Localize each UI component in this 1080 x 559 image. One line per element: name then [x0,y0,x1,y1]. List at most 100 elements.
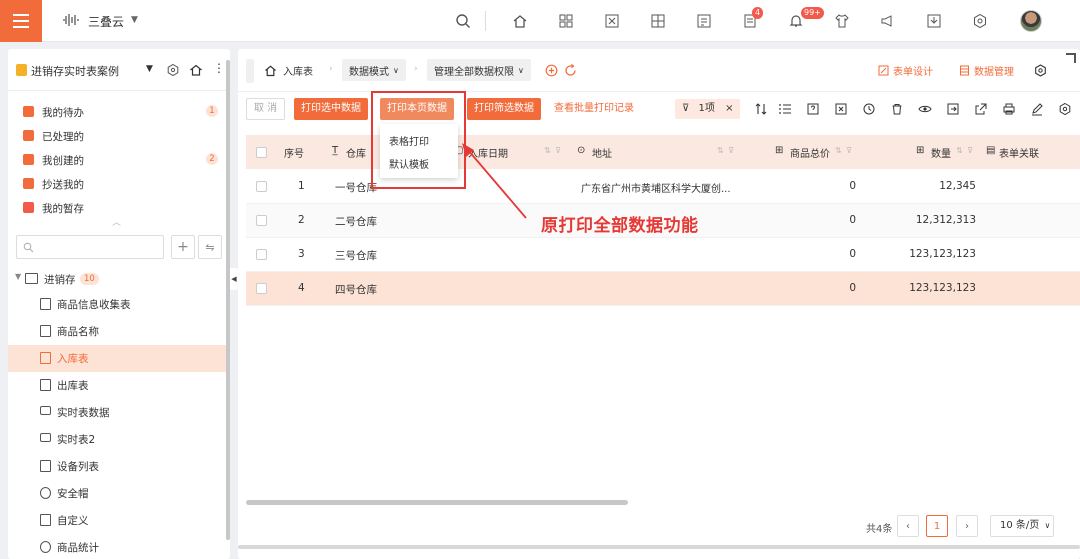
breadcrumb-current-label: 入库表 [283,66,313,78]
apps-grid-icon[interactable] [557,12,575,30]
tree-item[interactable]: 自定义 [8,507,230,534]
delete-trash-icon[interactable] [890,102,904,116]
app-file-icon [16,64,27,76]
cell-index: 4 [298,282,305,294]
table-horizontal-scrollbar[interactable] [246,500,628,505]
page-number-button[interactable]: 1 [926,515,948,537]
tree-item[interactable]: 实时表数据 [8,399,230,426]
prev-page-button[interactable]: ‹ [897,515,919,537]
column-header-address[interactable]: 地址 [592,145,612,160]
download-icon[interactable] [925,12,943,30]
table-row[interactable]: 3 三号仓库 0 123,123,123 [246,238,1080,272]
filter-chip[interactable]: ⊽ 1项 × [675,99,741,119]
view-eye-icon[interactable] [918,102,932,116]
settings-gear-icon[interactable] [971,12,989,30]
chevron-down-icon[interactable]: ▼ [146,64,153,74]
refresh-icon[interactable] [564,64,577,77]
hexagon-settings-icon[interactable] [166,63,180,77]
list-icon[interactable] [778,102,792,116]
print-filtered-button[interactable]: 打印筛选数据 [467,98,541,120]
tree-item[interactable]: 实时表2 [8,426,230,453]
breadcrumb-current[interactable]: 入库表 [264,59,313,81]
column-header-date[interactable]: 入库日期 [468,145,508,160]
dashboard-icon[interactable] [649,12,667,30]
next-page-button[interactable]: › [956,515,978,537]
help-icon[interactable] [806,102,820,116]
bottom-scrollbar[interactable] [238,545,1080,549]
export-icon[interactable] [974,102,988,116]
user-avatar[interactable] [1020,10,1042,32]
hamburger-menu-button[interactable] [0,0,42,42]
tree-item[interactable]: 商品统计 [8,534,230,559]
collapse-chevron-up-icon[interactable]: ︿ [112,215,121,228]
app-name[interactable]: 三叠云 [88,13,124,30]
sidebar-collapse-toggle[interactable]: ◀ [230,268,238,290]
cell-quantity: 123,123,123 [909,248,976,260]
data-management-button[interactable]: 数据管理 [959,63,1014,78]
column-header-warehouse[interactable]: 仓库 [346,145,366,160]
tree-item[interactable]: 出库表 [8,372,230,399]
sidebar-title[interactable]: 进销存实时表案例 [31,63,119,79]
add-button[interactable]: + [171,235,195,259]
breadcrumb-back-button[interactable] [246,59,254,83]
form-design-button[interactable]: 表单设计 [878,63,933,78]
column-settings-gear-icon[interactable] [1058,102,1072,116]
form-icon [40,514,51,526]
page-size-select[interactable]: 10 条/页 ∨ [990,515,1054,537]
data-mode-dropdown[interactable]: 数据模式 ∨ [342,59,406,81]
row-checkbox[interactable] [256,283,267,294]
workflow-icon[interactable] [603,12,621,30]
more-options-icon[interactable]: ⋮ [213,61,225,75]
quick-item-cc[interactable]: 抄送我的 [8,172,230,196]
sort-filter-icon[interactable]: ⇅ ⊽ [956,146,974,155]
theme-shirt-icon[interactable] [833,12,851,30]
settings-gear-icon[interactable] [1034,64,1047,77]
sidebar-search-input[interactable] [16,235,164,259]
sort-filter-icon[interactable]: ⇅ ⊽ [544,146,562,155]
search-icon[interactable] [454,12,472,30]
excel-icon[interactable] [834,102,848,116]
home-icon[interactable] [511,12,529,30]
form-list-icon[interactable] [695,12,713,30]
announcement-icon[interactable] [879,12,897,30]
table-row-selected[interactable]: 4 四号仓库 0 123,123,123 [246,272,1080,306]
sidebar: 进销存实时表案例 ▼ ⋮ 我的待办 1 已处理的 我创建的 2 抄送我的 我的暂… [8,49,230,559]
column-header-relation[interactable]: 表单关联 [999,145,1039,160]
print-selected-button[interactable]: 打印选中数据 [294,98,368,120]
sort-icon[interactable] [754,102,768,116]
print-history-link[interactable]: 查看批量打印记录 [554,98,634,120]
column-header-total-price[interactable]: 商品总价 [790,145,830,160]
pencil-edit-icon[interactable] [1030,102,1044,116]
import-icon[interactable] [946,102,960,116]
tree-group-jxc[interactable]: ▼ 进销存 10 [8,268,230,290]
permission-dropdown[interactable]: 管理全部数据权限 ∨ [427,59,531,81]
row-checkbox[interactable] [256,181,267,192]
fullscreen-corner-icon[interactable] [1066,53,1076,63]
add-circle-icon[interactable] [545,64,558,77]
cancel-button[interactable]: 取 消 [246,98,286,120]
tree-item[interactable]: 设备列表 [8,453,230,480]
quick-item-done[interactable]: 已处理的 [8,124,230,148]
close-icon[interactable]: × [725,103,733,114]
app-switch-caret-icon[interactable]: ▼ [131,15,138,25]
tree-item[interactable]: 商品名称 [8,318,230,345]
row-checkbox[interactable] [256,249,267,260]
printer-icon[interactable] [1002,102,1016,116]
select-all-checkbox[interactable] [256,147,267,158]
quick-item-count: 1 [206,105,218,117]
quick-item-todo[interactable]: 我的待办 1 [8,100,230,124]
chevron-down-icon: ∨ [518,65,524,75]
sort-swap-button[interactable]: ⇋ [198,235,222,259]
history-clock-icon[interactable] [862,102,876,116]
tree-expand-icon[interactable]: ▼ [15,272,21,281]
tree-item-active[interactable]: 入库表 [8,345,230,372]
tree-item[interactable]: 安全帽 [8,480,230,507]
tree-item[interactable]: 商品信息收集表 [8,291,230,318]
quick-item-created[interactable]: 我创建的 2 [8,148,230,172]
sort-filter-icon[interactable]: ⇅ ⊽ [717,146,735,155]
column-header-quantity[interactable]: 数量 [931,145,951,160]
row-checkbox[interactable] [256,215,267,226]
sidebar-scrollbar[interactable] [226,60,230,540]
sort-filter-icon[interactable]: ⇅ ⊽ [835,146,853,155]
home-icon[interactable] [189,63,203,77]
